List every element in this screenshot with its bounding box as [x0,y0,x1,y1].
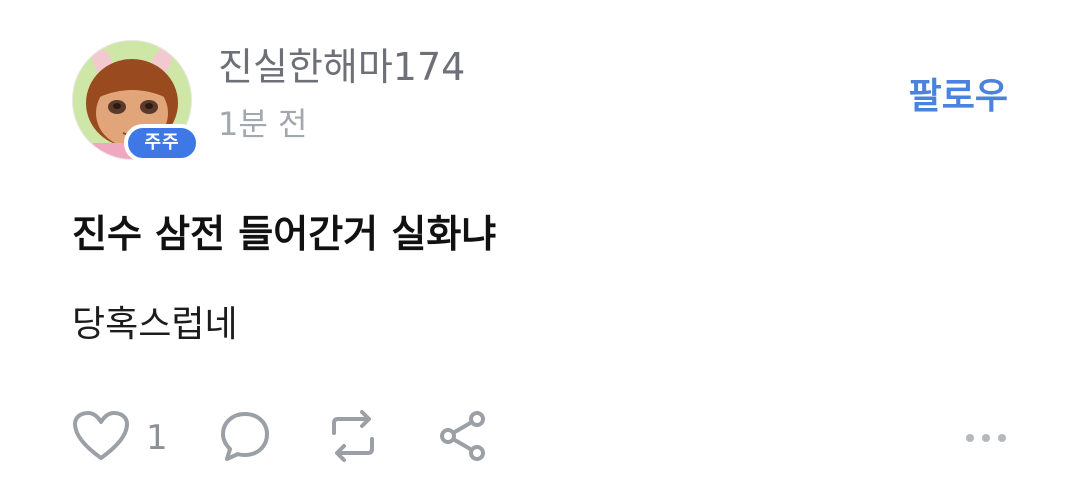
post-card: 주주 진실한해마174 1분 전 팔로우 진수 삼전 들어간거 실화냐 당혹스럽… [0,0,1080,492]
shareholder-badge: 주주 [124,124,200,162]
repost-button[interactable] [324,410,382,466]
more-options-button[interactable] [964,410,1008,466]
share-button[interactable] [436,410,490,466]
comment-icon [218,409,272,467]
repost-icon [324,409,382,467]
post-timestamp: 1분 전 [218,105,308,143]
follow-button[interactable]: 팔로우 [909,74,1008,120]
share-icon [436,409,490,467]
post-title: 진수 삼전 들어간거 실화냐 [72,212,497,256]
comment-button[interactable] [218,410,272,466]
like-button[interactable]: 1 [72,410,168,466]
more-icon [964,429,1008,448]
username[interactable]: 진실한해마174 [218,44,465,90]
post-body: 당혹스럽네 [72,304,238,345]
like-count: 1 [146,418,168,458]
action-bar: 1 [72,410,1008,466]
heart-icon [72,410,130,466]
